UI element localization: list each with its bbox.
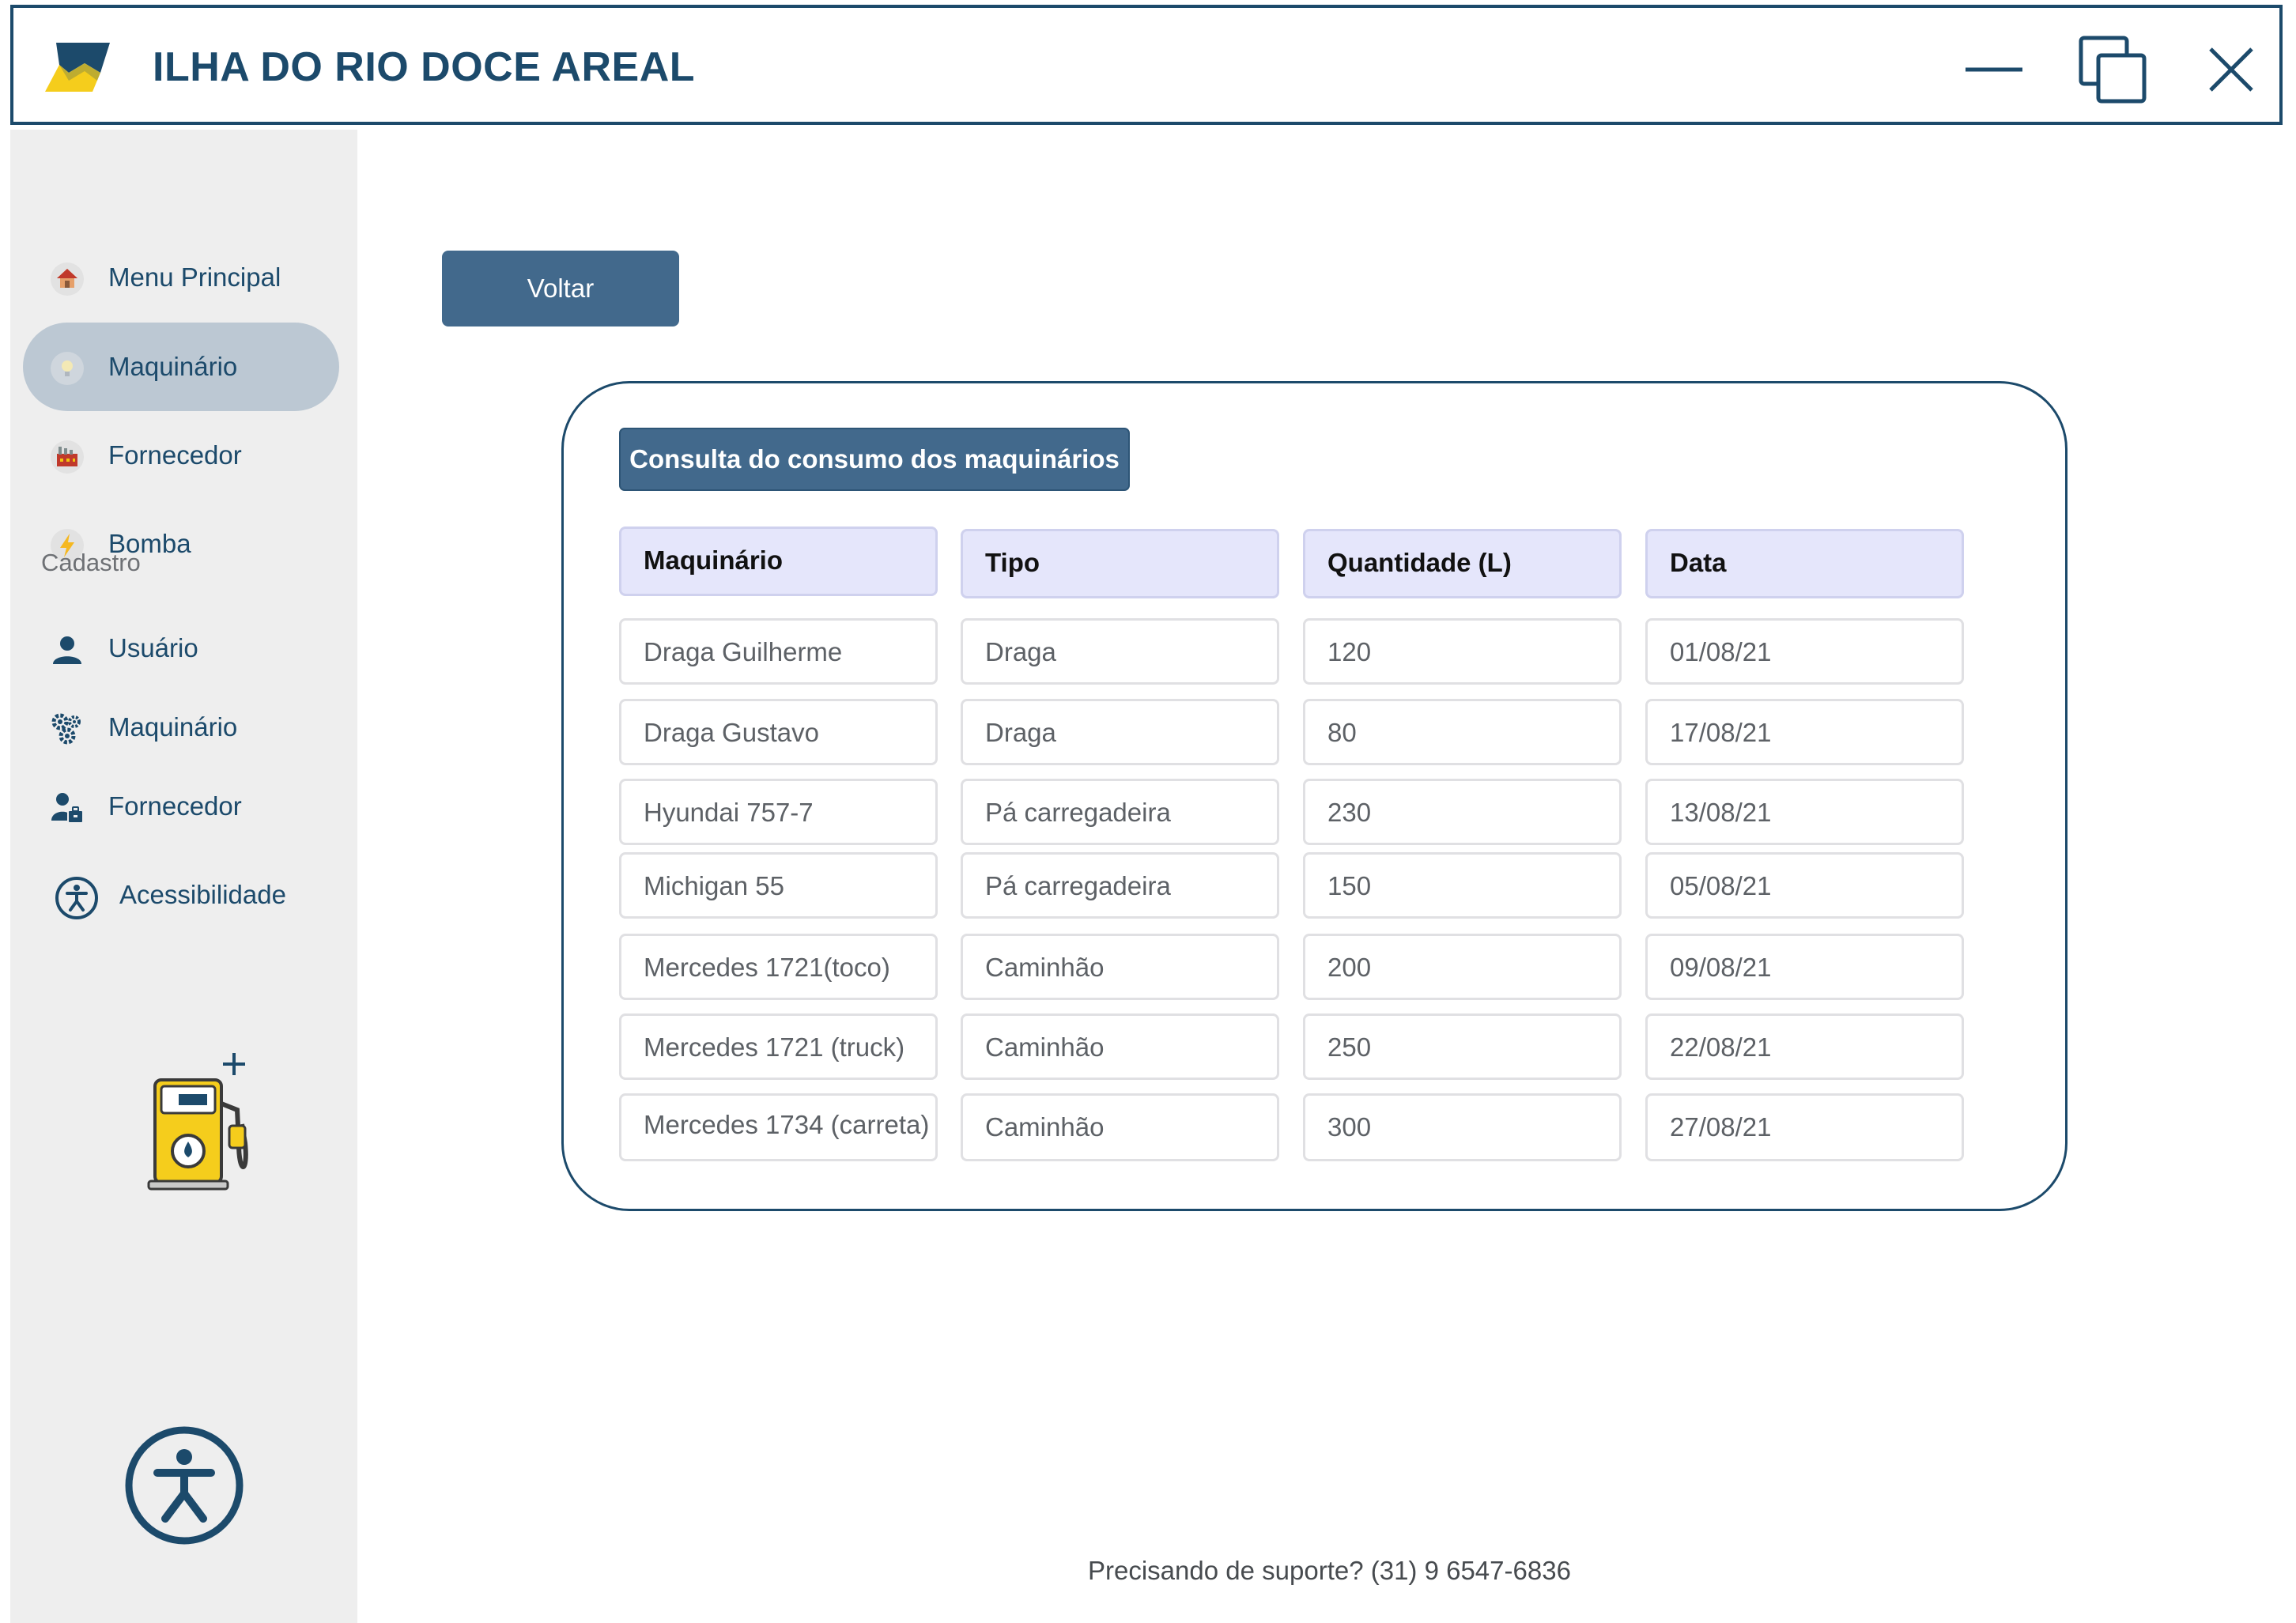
table-cell-tipo: Pá carregadeira xyxy=(961,852,1279,919)
sidebar-item-acessibilidade[interactable]: Acessibilidade xyxy=(23,851,339,939)
factory-icon xyxy=(51,440,84,474)
table-cell-tipo: Caminhão xyxy=(961,1093,1279,1161)
sidebar-item-label: Fornecedor xyxy=(108,440,242,470)
table-cell-quantidade: 80 xyxy=(1303,699,1622,765)
table-cell-tipo: Draga xyxy=(961,618,1279,685)
table-cell-tipo: Caminhão xyxy=(961,1013,1279,1080)
lightbulb-icon xyxy=(51,352,84,385)
fuel-pump-add-icon[interactable] xyxy=(141,1048,259,1198)
table-cell-tipo: Caminhão xyxy=(961,934,1279,1000)
table-cell-tipo: Draga xyxy=(961,699,1279,765)
restore-icon[interactable] xyxy=(2075,32,2151,108)
table-cell-maquinario: Draga Gustavo xyxy=(619,699,938,765)
table-header-maquinario: Maquinário xyxy=(619,527,938,596)
house-icon xyxy=(51,262,84,296)
supplier-icon xyxy=(51,793,84,824)
table-cell-tipo: Pá carregadeira xyxy=(961,779,1279,845)
table-header-quantidade: Quantidade (L) xyxy=(1303,529,1622,598)
accessibility-large-icon[interactable] xyxy=(123,1424,246,1547)
table-cell-maquinario: Mercedes 1734 (carreta) xyxy=(619,1093,938,1161)
table-cell-quantidade: 120 xyxy=(1303,618,1622,685)
table-cell-quantidade: 200 xyxy=(1303,934,1622,1000)
table-cell-quantidade: 300 xyxy=(1303,1093,1622,1161)
sidebar-item-label: Usuário xyxy=(108,633,198,662)
table-cell-data: 01/08/21 xyxy=(1645,618,1964,685)
logo-icon xyxy=(45,43,110,92)
table-cell-data: 13/08/21 xyxy=(1645,779,1964,845)
support-text: Precisando de suporte? (31) 9 6547-6836 xyxy=(1088,1556,1571,1585)
table-cell-data: 22/08/21 xyxy=(1645,1013,1964,1080)
user-icon xyxy=(53,636,81,664)
table-cell-maquinario: Michigan 55 xyxy=(619,852,938,919)
table-cell-maquinario: Mercedes 1721(toco) xyxy=(619,934,938,1000)
table-cell-maquinario: Mercedes 1721 (truck) xyxy=(619,1013,938,1080)
table-cell-data: 05/08/21 xyxy=(1645,852,1964,919)
table-cell-data: 27/08/21 xyxy=(1645,1093,1964,1161)
table-cell-data: 17/08/21 xyxy=(1645,699,1964,765)
close-icon[interactable] xyxy=(2193,32,2269,108)
sidebar-item-fornecedor[interactable]: Fornecedor xyxy=(23,411,339,500)
title-bar: ILHA DO RIO DOCE AREAL xyxy=(10,5,2283,125)
table-header-data: Data xyxy=(1645,529,1964,598)
sidebar-item-label: Acessibilidade xyxy=(119,880,286,909)
sidebar-item-label: Menu Principal xyxy=(108,262,281,292)
app-title: ILHA DO RIO DOCE AREAL xyxy=(153,44,696,90)
gears-icon xyxy=(51,713,81,745)
table-cell-quantidade: 150 xyxy=(1303,852,1622,919)
sidebar-item-label: Maquinário xyxy=(108,712,238,742)
accessibility-icon xyxy=(55,877,98,919)
minimize-icon[interactable] xyxy=(1956,32,2032,108)
table-cell-maquinario: Hyundai 757-7 xyxy=(619,779,938,845)
table-cell-quantidade: 230 xyxy=(1303,779,1622,845)
sidebar-item-maquinario[interactable]: Maquinário xyxy=(23,323,339,411)
sidebar-item-label: Fornecedor xyxy=(108,791,242,821)
sidebar: Menu Principal Maquinário Fornecedor Bom… xyxy=(10,130,357,1623)
sidebar-item-menu-principal[interactable]: Menu Principal xyxy=(23,233,339,322)
section-label-cadastro: Cadastro xyxy=(41,549,141,576)
table-cell-quantidade: 250 xyxy=(1303,1013,1622,1080)
sidebar-item-cadastro-fornecedor[interactable]: Fornecedor xyxy=(23,762,339,851)
table-cell-data: 09/08/21 xyxy=(1645,934,1964,1000)
panel-title: Consulta do consumo dos maquinários xyxy=(619,428,1130,491)
sidebar-item-label: Maquinário xyxy=(108,352,238,381)
table-header-tipo: Tipo xyxy=(961,529,1279,598)
sidebar-item-usuario[interactable]: Usuário xyxy=(23,604,339,693)
back-button[interactable]: Voltar xyxy=(442,251,679,326)
table-cell-maquinario: Draga Guilherme xyxy=(619,618,938,685)
sidebar-item-cadastro-maquinario[interactable]: Maquinário xyxy=(23,683,339,772)
